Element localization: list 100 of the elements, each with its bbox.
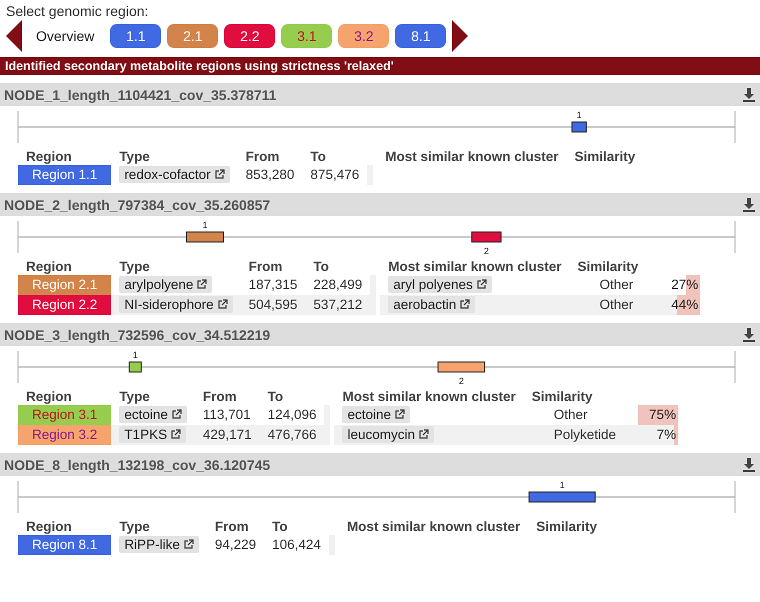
column-header: From (202, 388, 238, 405)
column-header: Similarity (574, 148, 636, 165)
download-icon[interactable] (742, 458, 756, 472)
region-marker[interactable] (471, 232, 502, 242)
column-header: Type (118, 388, 151, 405)
to-cell-text: 106,424 (271, 536, 322, 554)
column-header: To (271, 518, 289, 535)
column-header: Region (25, 258, 73, 275)
column-header: To (312, 258, 330, 275)
external-link-icon (214, 169, 225, 179)
type-tag[interactable]: arylpolyene (119, 276, 212, 293)
external-link-icon (184, 539, 194, 549)
from-cell: 504,595 (240, 295, 306, 315)
column-header: From (214, 518, 250, 535)
similarity-value: 7% (656, 427, 676, 442)
cluster-type-cell: Polyketide (524, 425, 624, 445)
type-tag[interactable]: T1PKS (119, 426, 186, 443)
column-header: To (266, 388, 284, 405)
column-header: Most similar known cluster (346, 518, 522, 535)
region-number: 1 (132, 350, 138, 360)
type-tag[interactable]: RiPP-like (119, 536, 199, 553)
type-tag[interactable]: redox-cofactor (119, 166, 230, 183)
record-name: NODE_8_length_132198_cov_36.120745 (4, 456, 270, 472)
column-header: Region (25, 148, 73, 165)
external-link-icon (171, 429, 182, 439)
column-header: Most similar known cluster (341, 388, 517, 405)
region-number: 1 (576, 110, 582, 120)
external-link-icon (395, 409, 406, 419)
column-header: Similarity (530, 388, 594, 405)
region-label[interactable]: Region 1.1 (18, 165, 112, 185)
to-cell-text: 875,476 (309, 166, 360, 184)
column-header: Region (25, 518, 73, 535)
region-label[interactable]: Region 2.1 (18, 275, 112, 295)
cluster-tag[interactable]: aerobactin (388, 296, 476, 313)
cluster-type-cell-text: Other (552, 406, 589, 424)
external-link-icon (197, 279, 208, 289)
column-header: Type (118, 518, 151, 535)
cluster-tag[interactable]: leucomycin (342, 426, 434, 443)
column-header: To (309, 148, 327, 165)
external-link-icon (218, 299, 228, 309)
cluster-tag[interactable]: ectoine (342, 406, 410, 423)
region-button[interactable]: 8.1 (395, 24, 446, 48)
similarity-value: 75% (649, 407, 676, 422)
from-cell-text: 853,280 (244, 166, 296, 184)
region-button[interactable]: 2.2 (224, 24, 276, 48)
record-name: NODE_1_length_1104421_cov_35.378711 (4, 86, 276, 102)
region-button[interactable]: 1.1 (110, 24, 162, 48)
download-icon[interactable] (742, 328, 756, 342)
column-header: Type (118, 148, 151, 165)
region-button[interactable]: 2.1 (167, 24, 218, 48)
to-cell: 476,766 (260, 425, 324, 445)
region-label[interactable]: Region 3.2 (18, 425, 112, 445)
region-number: 1 (560, 480, 565, 490)
column-header: Similarity (576, 258, 640, 275)
overview-link[interactable]: Overview (36, 28, 94, 44)
external-link-icon (419, 429, 430, 439)
next-arrow-icon[interactable] (452, 20, 468, 52)
type-tag[interactable]: ectoine (119, 406, 187, 423)
region-number: 2 (458, 376, 464, 386)
from-cell-text: 94,229 (214, 536, 258, 554)
external-link-icon (460, 299, 470, 309)
record-name: NODE_3_length_732596_cov_34.512219 (4, 326, 270, 342)
to-cell-text: 124,096 (266, 406, 318, 424)
external-link-icon (172, 409, 182, 419)
region-button[interactable]: 3.2 (338, 24, 390, 48)
similarity-value: 27% (671, 277, 698, 292)
region-label[interactable]: Region 2.2 (18, 295, 112, 315)
select-region-label: Select genomic region: (6, 3, 148, 19)
region-marker[interactable] (571, 122, 587, 132)
column-header: Most similar known cluster (387, 258, 563, 275)
region-number: 1 (202, 220, 208, 230)
column-header: Similarity (535, 518, 598, 535)
download-icon[interactable] (742, 198, 756, 212)
column-header: Region (25, 388, 73, 405)
region-marker[interactable] (186, 232, 224, 242)
type-tag[interactable]: NI-siderophore (119, 296, 233, 313)
region-label[interactable]: Region 3.1 (18, 405, 112, 425)
from-cell: 429,171 (194, 425, 260, 445)
to-cell-text: 228,499 (312, 276, 364, 294)
previous-arrow-icon[interactable] (6, 20, 22, 52)
record-name: NODE_2_length_797384_cov_35.260857 (4, 196, 270, 212)
region-marker[interactable] (128, 362, 142, 372)
to-cell: 537,212 (305, 295, 370, 315)
cluster-type-cell-text: Other (598, 276, 634, 294)
similarity-value: 44% (671, 297, 698, 312)
download-icon[interactable] (742, 88, 756, 102)
region-number: 2 (484, 246, 489, 256)
cluster-type-cell: Other (570, 295, 646, 315)
from-cell-text: 187,315 (248, 276, 298, 294)
region-button[interactable]: 3.1 (281, 24, 332, 48)
region-marker[interactable] (438, 362, 486, 372)
column-header: From (244, 148, 280, 165)
from-cell-text: 113,701 (202, 406, 252, 424)
region-label[interactable]: Region 8.1 (18, 535, 112, 555)
cluster-tag[interactable]: aryl polyenes (388, 276, 492, 293)
column-header: Type (118, 258, 151, 275)
column-header: Most similar known cluster (384, 148, 560, 165)
region-marker[interactable] (528, 492, 596, 502)
results-banner: Identified secondary metabolite regions using strictness 'relaxed' (0, 57, 760, 75)
external-link-icon (476, 279, 487, 289)
